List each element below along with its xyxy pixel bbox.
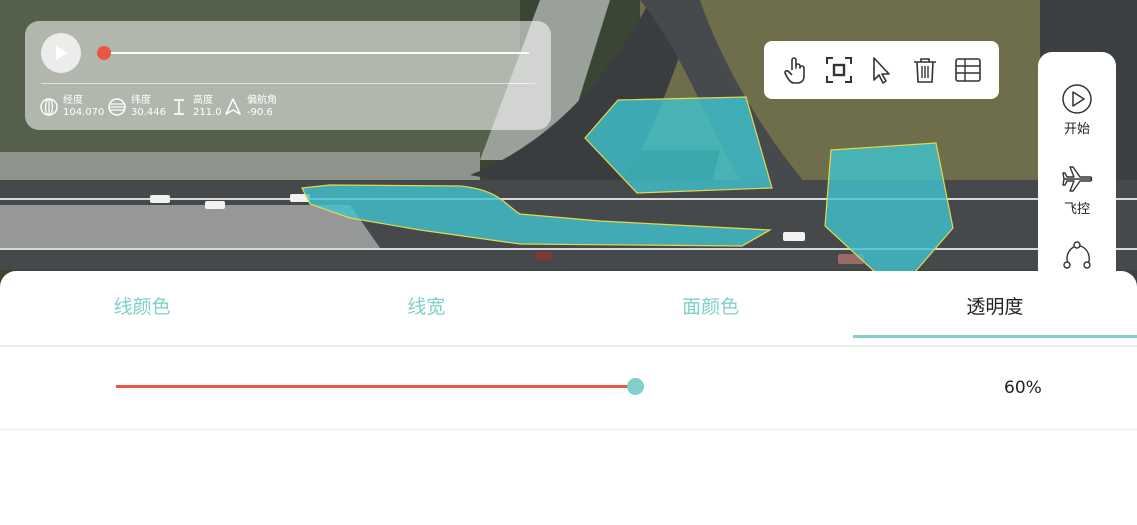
opacity-slider-knob[interactable] (627, 378, 644, 395)
row-divider (0, 429, 1137, 430)
telemetry-value: 30.446 (131, 107, 166, 118)
opacity-value: 60% (1004, 378, 1042, 398)
tab-line-color[interactable]: 线颜色 (0, 271, 284, 339)
heading-icon (225, 98, 241, 115)
telemetry-heading: 偏航角 -90.6 (223, 95, 277, 119)
opacity-slider-fill (116, 385, 636, 388)
hand-icon (783, 57, 805, 84)
video-progress-track[interactable] (103, 52, 529, 54)
altitude-icon (174, 99, 184, 115)
select-box-tool-button[interactable] (823, 54, 855, 86)
telemetry-longitude: 经度 104.070 (39, 95, 104, 119)
tab-opacity[interactable]: 透明度 (852, 271, 1137, 339)
video-player-panel: 经度 104.070 纬度 30.446 高度 211.0 偏航角 -90.6 (25, 21, 551, 130)
video-progress-knob[interactable] (97, 46, 111, 60)
hand-tool-button[interactable] (780, 54, 812, 86)
sidebar-item-start[interactable]: 开始 (1038, 82, 1116, 137)
play-circle-icon (1062, 84, 1092, 114)
airplane-icon (1062, 166, 1093, 192)
sidebar-item-label: 飞控 (1063, 202, 1090, 217)
telemetry-altitude: 高度 211.0 (169, 95, 222, 119)
telemetry-value: -90.6 (247, 107, 273, 118)
globe-icon (40, 98, 58, 116)
delete-tool-button[interactable] (909, 54, 941, 86)
telemetry-value: 211.0 (193, 107, 222, 118)
telemetry-latitude: 纬度 30.446 (107, 95, 166, 119)
right-sidebar: 开始 飞控 (1038, 52, 1116, 292)
style-bottom-sheet: 线颜色 线宽 面颜色 透明度 60% (0, 271, 1137, 525)
telemetry-value: 104.070 (63, 107, 105, 118)
telemetry-label: 纬度 (131, 95, 151, 106)
latitude-icon (108, 98, 126, 116)
telemetry-label: 高度 (193, 95, 213, 106)
telemetry-label: 偏航角 (247, 95, 277, 106)
sidebar-item-label: 开始 (1063, 122, 1090, 137)
telemetry-label: 经度 (63, 95, 83, 106)
select-box-icon (825, 57, 852, 83)
cursor-icon (872, 57, 890, 84)
play-icon (56, 46, 68, 60)
table-tool-button[interactable] (952, 54, 984, 86)
sidebar-item-route[interactable] (1038, 240, 1116, 274)
sidebar-item-flight-control[interactable]: 飞控 (1038, 162, 1116, 217)
tabs-divider (0, 345, 1137, 347)
draw-toolbar (764, 41, 999, 99)
table-icon (954, 58, 981, 82)
tab-line-width[interactable]: 线宽 (284, 271, 568, 339)
tab-fill-color[interactable]: 面颜色 (569, 271, 853, 339)
trash-icon (913, 58, 936, 83)
style-tabs: 线颜色 线宽 面颜色 透明度 (0, 271, 1137, 339)
telemetry-divider (41, 83, 535, 84)
opacity-slider[interactable] (116, 377, 644, 397)
pointer-tool-button[interactable] (866, 54, 898, 86)
play-button[interactable] (41, 33, 81, 73)
route-icon (1063, 241, 1091, 269)
